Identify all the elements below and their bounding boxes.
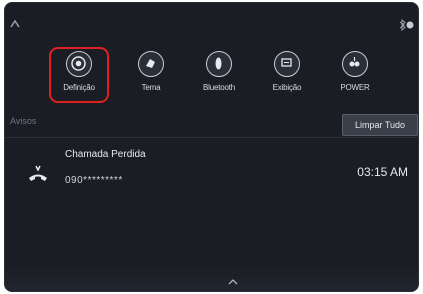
bluetooth-status-icon <box>399 19 414 31</box>
notification-item[interactable]: Chamada Perdida 090********* 03:15 AM <box>5 143 418 199</box>
status-bar <box>5 3 418 33</box>
quick-button-label: Exibição <box>272 83 302 92</box>
notification-panel: Definição Tema Bluetooth Exibição POWER … <box>4 2 419 292</box>
chevron-up-icon <box>228 279 238 285</box>
quick-button-label: Tema <box>141 83 161 92</box>
quick-button-theme[interactable]: Tema <box>121 47 181 103</box>
quick-button-display[interactable]: Exibição <box>257 47 317 103</box>
signal-icon <box>10 19 20 28</box>
quick-button-label: Bluetooth <box>202 83 235 92</box>
quick-button-power[interactable]: POWER <box>325 47 385 103</box>
settings-dial-icon <box>66 51 92 77</box>
clear-all-button[interactable]: Limpar Tudo <box>342 114 418 136</box>
notification-number: 090********* <box>65 175 123 186</box>
divider <box>5 137 418 138</box>
quick-settings-row: Definição Tema Bluetooth Exibição POWER <box>49 47 379 103</box>
quick-button-label: POWER <box>340 83 370 92</box>
quick-button-settings[interactable]: Definição <box>49 47 109 103</box>
display-icon <box>274 51 300 77</box>
missed-call-icon <box>29 165 47 181</box>
bluetooth-icon <box>206 51 232 77</box>
panel-handle[interactable] <box>5 265 418 291</box>
notification-time: 03:15 AM <box>357 165 408 179</box>
notifications-section-title: Avisos <box>10 116 37 126</box>
quick-button-bluetooth[interactable]: Bluetooth <box>189 47 249 103</box>
notification-title: Chamada Perdida <box>65 149 146 160</box>
power-audio-icon <box>342 51 368 77</box>
quick-button-label: Definição <box>63 83 95 92</box>
theme-icon <box>138 51 164 77</box>
